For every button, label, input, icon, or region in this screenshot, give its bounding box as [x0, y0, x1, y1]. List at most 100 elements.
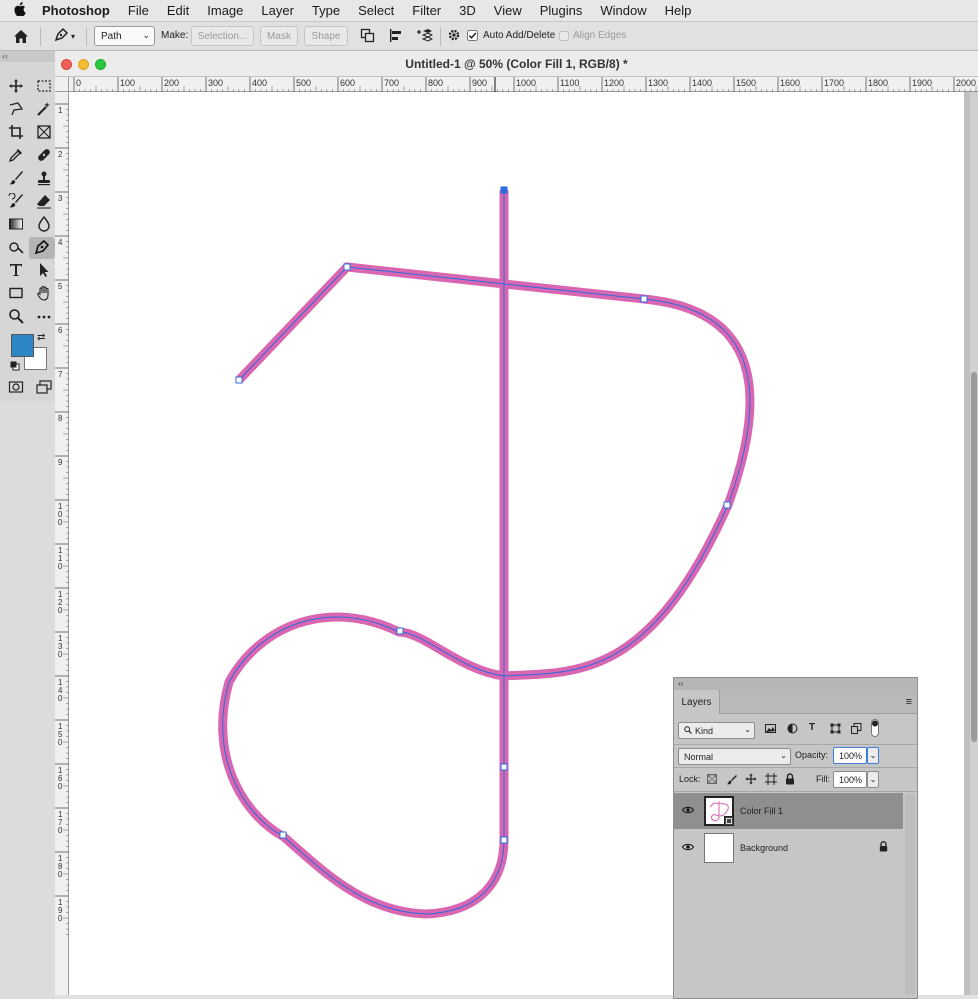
menu-filter[interactable]: Filter	[403, 3, 450, 18]
auto-add-delete-checkbox[interactable]	[466, 26, 479, 47]
eyedropper-tool[interactable]	[3, 145, 29, 167]
vertical-scrollbar[interactable]	[970, 92, 978, 997]
foreground-color-swatch[interactable]	[11, 334, 34, 357]
tab-layers[interactable]: Layers	[674, 690, 720, 714]
anchor-point[interactable]	[500, 763, 508, 771]
adjustment-layer-filter-icon[interactable]	[787, 723, 798, 737]
history-brush-tool[interactable]	[3, 191, 29, 213]
anchor-point[interactable]	[396, 627, 404, 635]
path-arrangement-button[interactable]	[412, 26, 436, 47]
lock-artboard-icon[interactable]	[765, 773, 777, 788]
healing-brush-tool[interactable]	[31, 145, 57, 167]
hand-tool[interactable]	[31, 283, 57, 305]
tool-preset-picker[interactable]: ▾	[48, 26, 80, 47]
lock-transparent-pixels-icon[interactable]	[707, 774, 717, 787]
lock-all-icon[interactable]	[785, 773, 795, 788]
shape-layer-filter-icon[interactable]	[830, 723, 841, 737]
pen-tool[interactable]	[29, 237, 55, 259]
brush-tool[interactable]	[3, 168, 29, 190]
make-selection-button[interactable]: Selection...	[191, 26, 254, 46]
eye-icon[interactable]	[681, 842, 695, 854]
default-colors-icon[interactable]	[10, 360, 20, 374]
eye-icon[interactable]	[681, 805, 695, 817]
magic-wand-tool[interactable]	[31, 99, 57, 121]
blend-mode-select[interactable]: Normal ⌄	[678, 748, 791, 765]
menu-help[interactable]: Help	[656, 3, 701, 18]
home-icon[interactable]	[10, 26, 32, 47]
menu-type[interactable]: Type	[303, 3, 349, 18]
zoom-tool[interactable]	[3, 306, 29, 328]
type-tool[interactable]	[3, 260, 29, 282]
ruler-tick-label: 3	[58, 194, 63, 203]
menu-plugins[interactable]: Plugins	[531, 3, 592, 18]
lock-position-icon[interactable]	[745, 773, 757, 788]
gradient-tool[interactable]	[3, 214, 29, 236]
apple-menu-icon[interactable]	[0, 2, 40, 19]
ruler-tick-label: 700	[384, 78, 399, 88]
panel-menu-icon[interactable]: ≡	[906, 696, 912, 708]
frame-tool[interactable]	[31, 122, 57, 144]
smart-object-filter-icon[interactable]	[851, 723, 862, 737]
make-shape-button[interactable]: Shape	[304, 26, 348, 46]
menu-select[interactable]: Select	[349, 3, 403, 18]
menu-3d[interactable]: 3D	[450, 3, 485, 18]
menu-file[interactable]: File	[119, 3, 158, 18]
swap-colors-icon[interactable]: ⇄	[37, 332, 45, 343]
rectangle-tool[interactable]	[3, 283, 29, 305]
make-mask-button[interactable]: Mask	[260, 26, 298, 46]
ruler-tick-label: 200	[164, 78, 179, 88]
menu-edit[interactable]: Edit	[158, 3, 198, 18]
work-path[interactable]	[222, 190, 751, 915]
chevron-down-icon: ⌄	[869, 775, 877, 784]
menu-image[interactable]: Image	[198, 3, 252, 18]
screen-mode-button[interactable]	[31, 377, 57, 399]
path-alignment-button[interactable]	[384, 26, 406, 47]
vertical-ruler[interactable]: 123456789100110120130140150160170180190	[55, 92, 69, 997]
tools-panel-collapse[interactable]: ‹‹	[0, 51, 59, 62]
more-tools-button[interactable]	[31, 306, 57, 328]
layer-filter-kind-select[interactable]: Kind ⌄	[678, 722, 755, 739]
ruler-origin[interactable]	[55, 77, 69, 92]
pixel-layer-filter-icon[interactable]	[765, 723, 776, 737]
quick-mask-button[interactable]	[3, 377, 29, 399]
anchor-point[interactable]	[500, 836, 508, 844]
scrollbar-thumb[interactable]	[971, 372, 977, 742]
lasso-tool[interactable]	[3, 99, 29, 121]
app-menu-photoshop[interactable]: Photoshop	[40, 3, 119, 18]
menu-layer[interactable]: Layer	[252, 3, 303, 18]
menu-view[interactable]: View	[485, 3, 531, 18]
type-layer-filter-icon[interactable]: T	[809, 722, 815, 733]
align-edges-checkbox[interactable]	[558, 26, 570, 47]
layer-row-background[interactable]: Background	[674, 830, 903, 866]
anchor-point[interactable]	[640, 295, 648, 303]
anchor-point-selected[interactable]	[500, 186, 508, 194]
clone-stamp-tool[interactable]	[31, 168, 57, 190]
path-selection-tool[interactable]	[31, 260, 57, 282]
lock-icon	[879, 841, 888, 855]
opacity-slider-toggle[interactable]: ⌄	[867, 747, 879, 764]
anchor-point[interactable]	[723, 501, 731, 509]
menu-window[interactable]: Window	[591, 3, 655, 18]
opacity-input[interactable]: 100%	[833, 747, 867, 764]
crop-tool[interactable]	[3, 122, 29, 144]
lock-image-pixels-icon[interactable]	[726, 774, 737, 788]
layers-panel-collapse[interactable]: ‹‹	[674, 678, 917, 690]
anchor-point[interactable]	[279, 831, 287, 839]
marquee-tool[interactable]	[31, 76, 57, 98]
horizontal-ruler[interactable]: 0 100 200 300 400 500 600 700 800 900 1000 1100 1200…	[69, 77, 978, 92]
pen-mode-select[interactable]: Path ⌄	[94, 26, 155, 46]
eraser-tool[interactable]	[31, 191, 57, 213]
pen-settings-button[interactable]	[444, 26, 464, 47]
layer-row-color-fill-1[interactable]: Color Fill 1	[674, 793, 903, 829]
dodge-tool[interactable]	[3, 237, 29, 259]
layers-scrollbar[interactable]	[905, 794, 915, 994]
ruler-tick-label: 300	[208, 78, 223, 88]
fill-input[interactable]: 100%	[833, 771, 867, 788]
anchor-point[interactable]	[343, 263, 351, 271]
blur-tool[interactable]	[31, 214, 57, 236]
fill-slider-toggle[interactable]: ⌄	[867, 771, 879, 788]
move-tool[interactable]	[3, 76, 29, 98]
anchor-point[interactable]	[235, 376, 243, 384]
path-operations-button[interactable]	[356, 26, 378, 47]
filter-toggle-icon[interactable]	[871, 719, 879, 740]
